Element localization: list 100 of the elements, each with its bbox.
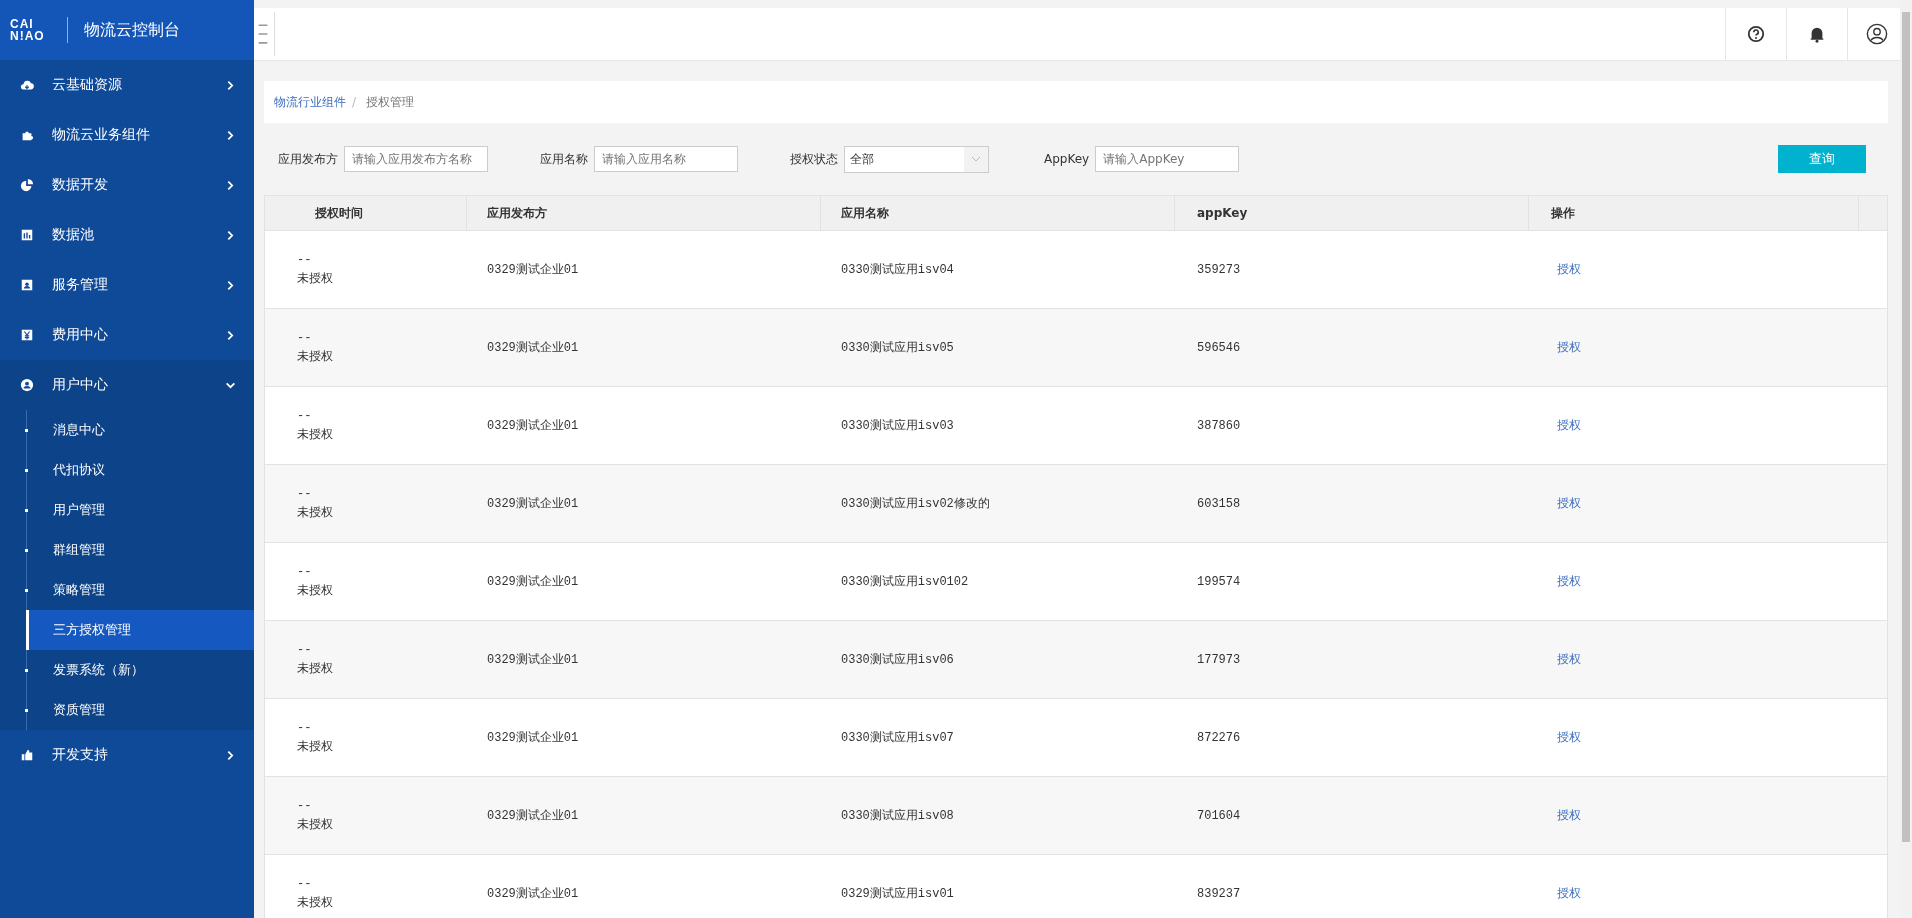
table-cell: 839237 — [1197, 886, 1241, 901]
sidebar-subitem[interactable]: 策略管理 — [27, 570, 254, 610]
column-header: appKey — [1175, 196, 1529, 230]
breadcrumb-separator: / — [352, 95, 357, 109]
column-header: 应用发布方 — [467, 196, 821, 230]
column-header: 操作 — [1529, 196, 1859, 230]
logo-mark: CAI N!AO — [10, 18, 45, 42]
chevron-right-icon — [225, 749, 236, 761]
authorize-link[interactable]: 授权 — [1557, 807, 1581, 824]
chevron-right-icon — [225, 279, 236, 291]
table-cell-text: 0329测试企业01 — [487, 262, 579, 278]
authorize-link[interactable]: 授权 — [1557, 729, 1581, 746]
sidebar-item[interactable]: 开发支持 — [0, 730, 254, 780]
scrollbar-thumb[interactable] — [1902, 12, 1910, 842]
table-cell: -- — [297, 408, 312, 423]
authorize-link[interactable]: 授权 — [1557, 651, 1581, 668]
status-text: 未授权 — [297, 347, 333, 365]
pie-chart-icon — [20, 178, 34, 192]
table-cell-text: 0330测试应用isv03 — [841, 418, 954, 434]
table-cell: -- — [297, 798, 312, 813]
input-field[interactable]: 请输入应用名称 — [594, 146, 738, 172]
sidebar-subitem[interactable]: 群组管理 — [27, 530, 254, 570]
table-cell-text: 0330测试应用isv05 — [841, 340, 954, 356]
table-cell-text: 0330测试应用isv04 — [841, 262, 954, 278]
sidebar-item[interactable]: 物流云业务组件 — [0, 110, 254, 160]
authorize-link[interactable]: 授权 — [1557, 573, 1581, 590]
table-cell: 177973 — [1197, 652, 1241, 667]
breadcrumb-link[interactable]: 物流行业组件 — [274, 93, 346, 111]
authorize-link[interactable]: 授权 — [1557, 339, 1581, 356]
table-cell-text: 0329测试企业01 — [487, 652, 579, 668]
filter-label: AppKey — [1044, 152, 1090, 166]
table-cell: -- — [297, 876, 312, 891]
sidebar-subitem[interactable]: 消息中心 — [27, 410, 254, 450]
table-cell: 199574 — [1197, 574, 1241, 589]
chevron-right-icon — [225, 79, 236, 91]
status-text: 未授权 — [297, 581, 333, 599]
filter-label: 授权状态 — [790, 150, 838, 168]
sidebar-item[interactable]: 云基础资源 — [0, 60, 254, 110]
bar-chart-icon — [20, 228, 34, 242]
sidebar-subitem[interactable]: 发票系统（新） — [27, 650, 254, 690]
table-cell: 872276 — [1197, 730, 1241, 745]
filter-label: 应用名称 — [540, 150, 588, 168]
table-cell: -- — [297, 252, 312, 267]
column-header: 应用名称 — [821, 196, 1175, 230]
table-cell: 387860 — [1197, 418, 1241, 433]
status-text: 未授权 — [297, 503, 333, 521]
chevron-right-icon — [225, 329, 236, 341]
thumbs-up-icon — [20, 748, 34, 762]
sidebar-subitem[interactable]: 资质管理 — [27, 690, 254, 730]
table-cell: -- — [297, 642, 312, 657]
user-icon — [20, 378, 34, 392]
table-cell-text: 0329测试应用isv01 — [841, 886, 954, 902]
column-header: 授权时间 — [265, 196, 467, 230]
filter-label: 应用发布方 — [278, 150, 338, 168]
sidebar-subitem[interactable]: 三方授权管理 — [26, 610, 254, 650]
caret-icon — [971, 156, 981, 162]
status-text: 未授权 — [297, 815, 333, 833]
sidebar-subitem[interactable]: 用户管理 — [27, 490, 254, 530]
table-cell: -- — [297, 330, 312, 345]
chevron-right-icon — [225, 129, 236, 141]
sidebar-item[interactable]: 用户中心 — [0, 360, 254, 410]
chevron-right-icon — [225, 229, 236, 241]
yen-icon — [20, 328, 34, 342]
table-cell: -- — [297, 486, 312, 501]
table-cell-text: 0329测试企业01 — [487, 496, 579, 512]
table-cell-text: 0330测试应用isv02修改的 — [841, 496, 990, 512]
sidebar-item[interactable]: 费用中心 — [0, 310, 254, 360]
sidebar-item[interactable]: 数据开发 — [0, 160, 254, 210]
table-cell-text: 0330测试应用isv07 — [841, 730, 954, 746]
status-text: 未授权 — [297, 893, 333, 911]
table-cell-text: 0329测试企业01 — [487, 730, 579, 746]
sidebar-item[interactable]: 数据池 — [0, 210, 254, 260]
status-text: 未授权 — [297, 659, 333, 677]
authorize-link[interactable]: 授权 — [1557, 261, 1581, 278]
page-title-text: 授权管理 — [366, 93, 415, 111]
status-text: 未授权 — [297, 269, 333, 287]
table-cell-text: 0330测试应用isv06 — [841, 652, 954, 668]
table-cell-text: 0330测试应用isv08 — [841, 808, 954, 824]
status-dropdown[interactable]: 全部 — [844, 145, 989, 173]
status-text: 未授权 — [297, 425, 333, 443]
table-cell: -- — [297, 720, 312, 735]
table-cell-text: 0329测试企业01 — [487, 808, 579, 824]
input-field[interactable]: 请输入应用发布方名称 — [344, 146, 488, 172]
console-title: 物流云控制台 — [83, 19, 180, 41]
sidebar-item[interactable]: 服务管理 — [0, 260, 254, 310]
table-cell: 603158 — [1197, 496, 1241, 511]
table-cell-text: 0329测试企业01 — [487, 340, 579, 356]
table-cell-text: 0330测试应用isv0102 — [841, 574, 969, 590]
cloud-icon — [20, 78, 34, 92]
table-cell-text: 0329测试企业01 — [487, 418, 579, 434]
table-cell: 701604 — [1197, 808, 1241, 823]
authorize-link[interactable]: 授权 — [1557, 885, 1581, 902]
input-field[interactable]: 请输入AppKey — [1095, 146, 1240, 172]
sidebar-subitem[interactable]: 代扣协议 — [27, 450, 254, 490]
status-text: 未授权 — [297, 737, 333, 755]
authorize-link[interactable]: 授权 — [1557, 495, 1581, 512]
table-cell: -- — [297, 564, 312, 579]
table-cell-text: 0329测试企业01 — [487, 574, 579, 590]
table-cell-text: 0329测试企业01 — [487, 886, 579, 902]
authorize-link[interactable]: 授权 — [1557, 417, 1581, 434]
